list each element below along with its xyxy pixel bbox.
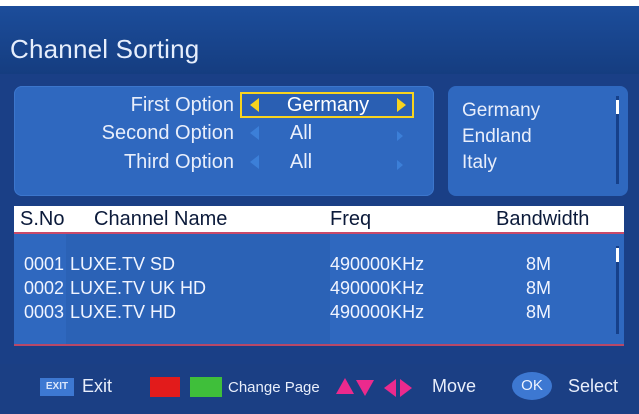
country-item[interactable]: Italy [462,152,497,174]
first-option-left-arrow-icon[interactable] [250,98,259,112]
second-option-right-arrow-icon[interactable] [397,131,403,141]
row-channel-name: LUXE.TV SD [70,254,176,274]
first-option-right-arrow-icon[interactable] [397,98,406,112]
title-bar: Channel Sorting [0,6,639,74]
change-page-label: Change Page [228,379,320,396]
table-row[interactable]: 0003 LUXE.TV HD 490000KHz 8M [14,302,614,326]
freq-header: Freq [330,208,372,230]
row-channel-name: LUXE.TV UK HD [70,278,207,298]
channel-list-scroll-thumb[interactable] [616,248,619,262]
row-sno: 0001 [24,254,65,274]
ok-key-icon[interactable]: OK [512,372,552,400]
exit-label: Exit [82,376,113,396]
third-option-value[interactable]: All [266,151,336,174]
arrow-right-icon[interactable] [400,379,412,397]
country-item[interactable]: Germany [462,100,540,122]
arrow-down-icon[interactable] [356,380,374,396]
move-label: Move [432,376,477,396]
arrow-up-icon[interactable] [336,378,354,394]
table-row[interactable]: 0001 LUXE.TV SD 490000KHz 8M [14,254,614,278]
exit-key-icon[interactable]: EXIT [40,378,74,396]
country-list-panel: Germany Endland Italy [448,86,628,196]
green-key-icon[interactable] [190,377,222,397]
country-list-scroll-thumb[interactable] [616,100,619,114]
row-bandwidth: 8M [526,278,552,298]
bandwidth-header: Bandwidth [496,208,590,230]
channel-table-header: S.No Channel Name Freq Bandwidth [14,206,624,232]
second-option-left-arrow-icon[interactable] [250,126,259,140]
select-label: Select [568,376,619,396]
row-sno: 0002 [24,278,65,298]
row-bandwidth: 8M [526,302,552,322]
row-bandwidth: 8M [526,254,552,274]
row-freq: 490000KHz [330,278,425,298]
third-option-label: Third Option [123,151,234,173]
row-channel-name: LUXE.TV HD [70,302,177,322]
third-option-left-arrow-icon[interactable] [250,155,259,169]
channel-name-header: Channel Name [94,208,228,230]
channel-sorting-screen: Channel Sorting First Option Germany Sec… [0,0,639,414]
first-option-value[interactable]: Germany [266,94,390,117]
row-sno: 0003 [24,302,65,322]
second-option-label: Second Option [101,122,234,144]
red-key-icon[interactable] [150,377,180,397]
sno-header: S.No [20,208,65,230]
first-option-label: First Option [130,94,234,116]
list-bottom-divider [14,344,624,346]
country-item[interactable]: Endland [462,126,532,148]
arrow-left-icon[interactable] [384,379,396,397]
third-option-right-arrow-icon[interactable] [397,160,403,170]
row-freq: 490000KHz [330,302,425,322]
second-option-value[interactable]: All [266,122,336,145]
row-freq: 490000KHz [330,254,425,274]
table-row[interactable]: 0002 LUXE.TV UK HD 490000KHz 8M [14,278,614,302]
page-title: Channel Sorting [10,34,200,64]
